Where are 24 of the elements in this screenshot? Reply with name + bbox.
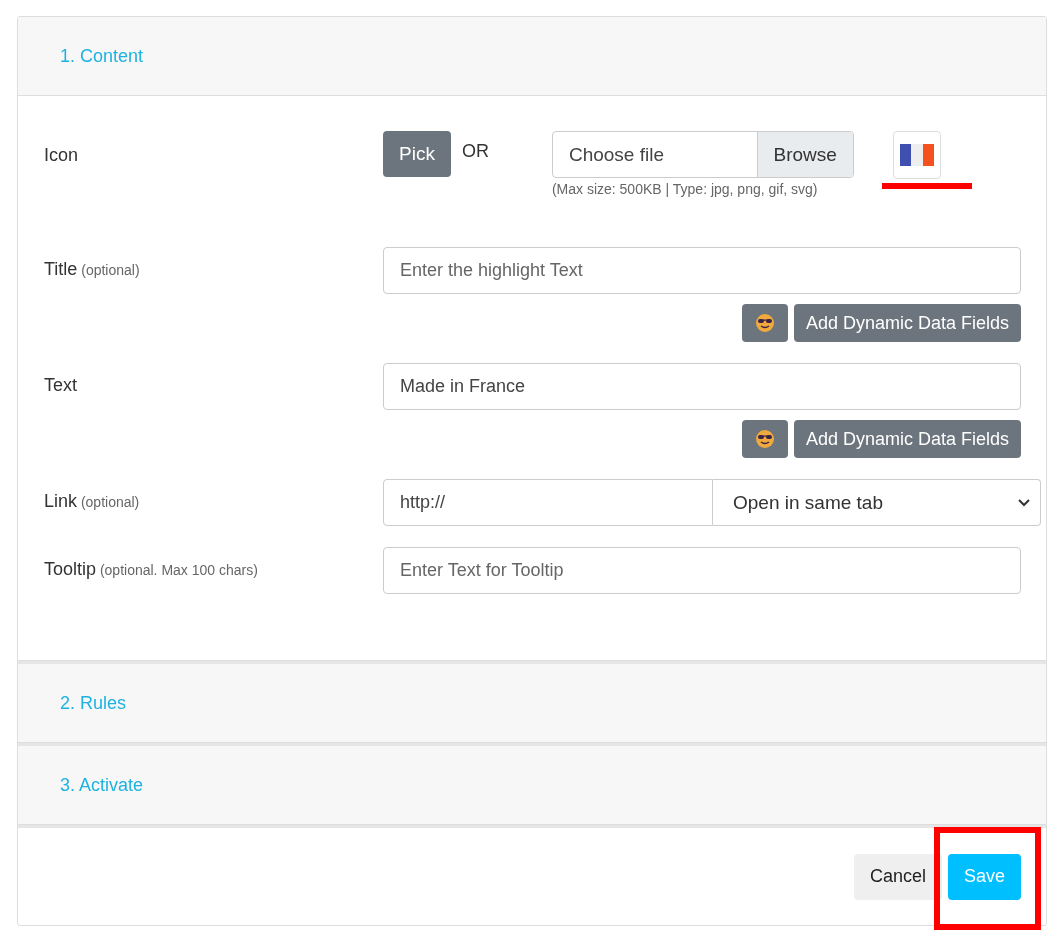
emoji-button[interactable]: [741, 420, 788, 458]
chevron-down-icon: [1018, 498, 1030, 507]
field-label: Title (optional): [44, 258, 141, 281]
or-text: OR: [461, 141, 490, 162]
emoji-button[interactable]: [741, 304, 788, 342]
text-input[interactable]: Made in France: [383, 363, 1021, 410]
dynamic-fields-button[interactable]: Add Dynamic Data Fields: [793, 304, 1021, 342]
text-input[interactable]: Enter Text for Tooltip: [383, 547, 1021, 594]
pick-button[interactable]: Pick: [383, 131, 451, 177]
smiley-sunglasses-icon: [754, 429, 775, 449]
section-header[interactable]: 1. Content: [18, 17, 1046, 96]
file-input[interactable]: Choose file Browse: [551, 131, 854, 178]
text-input[interactable]: Enter the highlight Text: [383, 247, 1021, 294]
cancel-button[interactable]: Cancel: [853, 853, 942, 900]
dynamic-fields-button[interactable]: Add Dynamic Data Fields: [793, 420, 1021, 458]
field-label: Tooltip (optional. Max 100 chars): [44, 558, 259, 581]
field-label: Icon: [44, 144, 80, 167]
target-select[interactable]: Open in same tab: [713, 479, 1041, 526]
file-hint: (Max size: 500KB | Type: jpg, png, gif, svg): [551, 181, 819, 197]
smiley-sunglasses-icon: [754, 313, 775, 333]
field-label: Link (optional): [44, 490, 141, 513]
field-label: Text: [44, 374, 78, 397]
url-input[interactable]: http://: [383, 479, 713, 526]
flag-icon: [899, 144, 934, 166]
